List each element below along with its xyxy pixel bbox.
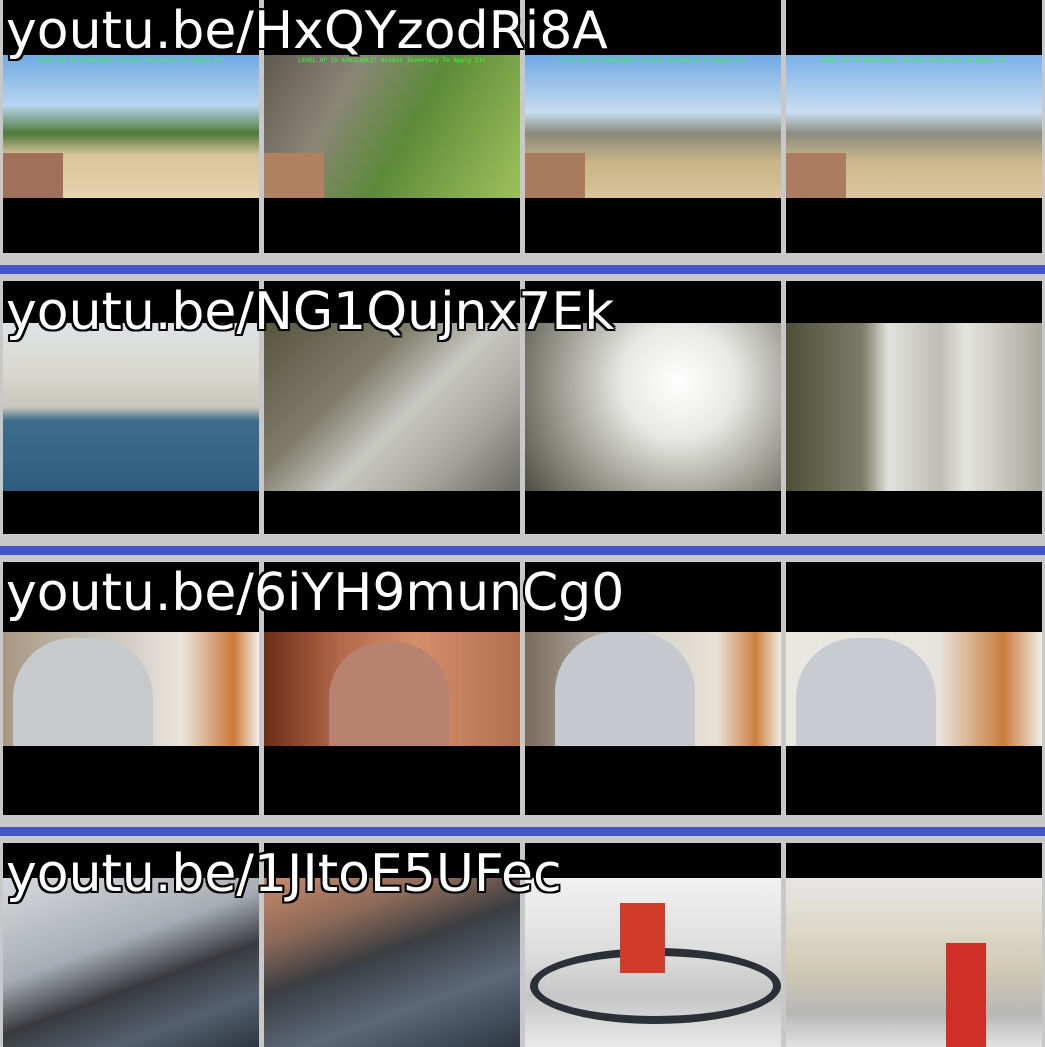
worker-figure: [620, 903, 665, 973]
thumbnail-4-4[interactable]: [786, 843, 1042, 1047]
harbor-scene: [3, 323, 259, 491]
thumbnail-3-4[interactable]: [786, 562, 1042, 815]
thumbnail-2-4[interactable]: [786, 281, 1042, 534]
video-row-3: youtu.be/6iYH9munCg0: [0, 562, 1045, 815]
creek-scene: [264, 323, 520, 491]
person-scene: [525, 632, 781, 746]
thumbnail-1-4[interactable]: LEVEL UP IS AVAILABLE! Access Inventory …: [786, 0, 1042, 253]
game-scene: LEVEL UP IS AVAILABLE! Access Inventory …: [3, 55, 259, 198]
worker-figure: [946, 943, 986, 1047]
video-row-4: youtu.be/1JItoE5UFec: [0, 843, 1045, 1047]
webcam-overlay: [525, 153, 585, 198]
factory-scene: [786, 878, 1042, 1047]
hud-text: LEVEL UP IS AVAILABLE! Access Inventory …: [820, 57, 1008, 64]
video-url-label[interactable]: youtu.be/6iYH9munCg0: [6, 562, 624, 624]
game-scene: LEVEL UP IS AVAILABLE! Access Inventory …: [264, 55, 520, 198]
row-separator: [0, 827, 1045, 836]
video-url-label[interactable]: youtu.be/HxQYzodRi8A: [6, 0, 608, 62]
row-separator: [0, 546, 1045, 555]
video-url-label[interactable]: youtu.be/NG1Qujnx7Ek: [6, 281, 614, 343]
person-scene: [3, 632, 259, 746]
person-scene: [264, 632, 520, 746]
row-separator: [0, 265, 1045, 274]
video-url-label[interactable]: youtu.be/1JItoE5UFec: [6, 843, 562, 905]
webcam-overlay: [3, 153, 63, 198]
person-figure: [329, 642, 449, 746]
person-scene: [786, 632, 1042, 746]
creek-scene: [786, 323, 1042, 491]
person-figure: [796, 638, 936, 746]
video-row-2: youtu.be/NG1Qujnx7Ek: [0, 281, 1045, 534]
person-figure: [13, 638, 153, 746]
factory-scene: [525, 878, 781, 1047]
webcam-overlay: [786, 153, 846, 198]
game-scene: LEVEL UP IS AVAILABLE! Access Inventory …: [786, 55, 1042, 198]
creek-scene: [525, 323, 781, 491]
person-figure: [555, 632, 695, 746]
webcam-overlay: [264, 153, 324, 198]
video-row-1: LEVEL UP IS AVAILABLE! Access Inventory …: [0, 0, 1045, 253]
game-scene: LEVEL UP IS AVAILABLE! Access Inventory …: [525, 55, 781, 198]
thumbnail-4-3[interactable]: [525, 843, 781, 1047]
